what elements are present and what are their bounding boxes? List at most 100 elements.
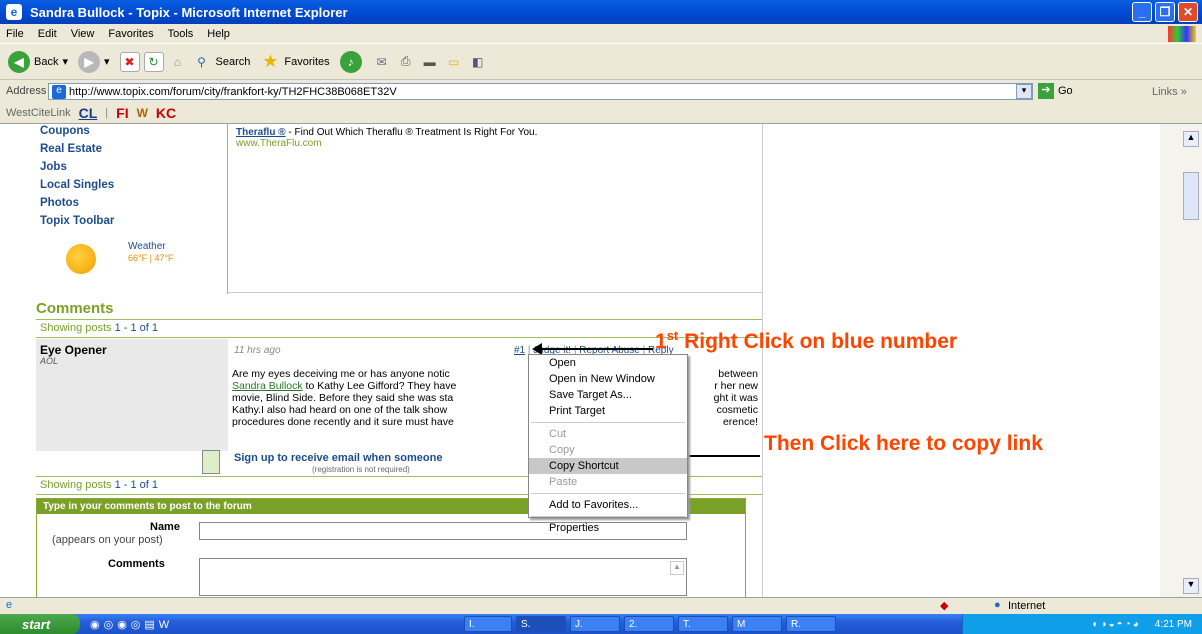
fi-link[interactable]: FI [116,105,128,121]
task-buttons: I. S. J. 2. T. M R. [460,616,836,632]
sidebar-item-coupons[interactable]: Coupons [40,124,114,140]
close-button[interactable]: ✕ [1178,2,1198,22]
menu-bar: File Edit View Favorites Tools Help [0,24,1202,43]
task-button-5[interactable]: T. [678,616,728,632]
dropdown-icon[interactable]: ▾ [104,55,110,68]
menu-properties[interactable]: Properties [529,520,687,536]
weather-label[interactable]: Weather [128,241,166,252]
menu-save-target[interactable]: Save Target As... [529,387,687,403]
forward-arrow-icon: ▶ [78,50,100,73]
back-arrow-icon: ◀ [8,50,30,73]
scroll-thumb[interactable] [1183,172,1199,220]
task-button-2[interactable]: S. [516,616,566,632]
name-hint: (appears on your post) [52,534,163,546]
ad-url[interactable]: www.TheraFlu.com [236,138,537,149]
forward-button[interactable]: ▶ ▾ [78,50,110,73]
go-arrow-icon: ➔ [1038,83,1054,99]
sidebar-item-topix-toolbar[interactable]: Topix Toolbar [40,212,114,230]
print-icon[interactable]: ⎙ [396,52,416,72]
weather-temps: 66°F | 47°F [128,253,174,263]
menu-edit[interactable]: Edit [38,28,57,40]
home-icon[interactable]: ⌂ [168,52,188,72]
refresh-icon[interactable]: ↻ [143,51,164,72]
menu-copy-shortcut[interactable]: Copy Shortcut [529,458,687,474]
quicklaunch-icons[interactable]: ◉◎◉◎▤W [90,618,173,631]
address-input[interactable]: e http://www.topix.com/forum/city/frankf… [48,83,1033,100]
menu-favorites[interactable]: Favorites [108,28,153,40]
sidebar-item-photos[interactable]: Photos [40,194,114,212]
menu-open[interactable]: Open [529,355,687,371]
task-button-6[interactable]: M [732,616,782,632]
menu-help[interactable]: Help [207,28,230,40]
registration-note: (registration is not required) [312,465,410,474]
window-title: Sandra Bullock - Topix - Microsoft Inter… [30,4,348,20]
task-button-4[interactable]: 2. [624,616,674,632]
scroll-up-icon[interactable]: ▲ [1183,131,1199,147]
kc-link[interactable]: KC [156,105,176,121]
sidebar-item-local-singles[interactable]: Local Singles [40,176,114,194]
annotation-copy-link: Then Click here to copy link [764,432,1043,455]
sun-icon [66,244,96,274]
showing-posts-bottom: Showing posts 1 - 1 of 1 [40,479,159,491]
edit-icon[interactable]: ▬ [420,52,440,72]
minimize-button[interactable]: _ [1132,2,1152,22]
task-button-3[interactable]: J. [570,616,620,632]
security-icon: ◆ [940,600,949,612]
back-button[interactable]: ◀ Back ▾ [8,50,68,73]
stop-icon[interactable]: ✖ [119,51,140,72]
address-url: http://www.topix.com/forum/city/frankfor… [69,85,397,98]
vertical-scrollbar[interactable]: ▲ ▼ [1160,124,1202,597]
menu-print-target[interactable]: Print Target [529,403,687,419]
email-icon [202,450,220,474]
menu-file[interactable]: File [6,28,24,40]
sidebar-item-real-estate[interactable]: Real Estate [40,140,114,158]
ie-icon: e [6,4,22,20]
zone-label: Internet [1008,600,1046,612]
windows-logo-icon [1168,26,1196,42]
sidebar-nav: Coupons Real Estate Jobs Local Singles P… [40,124,114,230]
w-link[interactable]: W [137,106,148,120]
search-icon: ⚲ [197,54,206,69]
menu-add-to-favorites[interactable]: Add to Favorites... [529,497,687,513]
links-label[interactable]: Links » [1152,86,1187,98]
ad-title-link[interactable]: Theraflu ® [236,127,286,138]
task-button-7[interactable]: R. [786,616,836,632]
search-button[interactable]: ⚲ Search [192,52,250,72]
annotation-right-click: 1st Right Click on blue number [655,328,958,353]
status-page-icon: e [6,599,13,611]
menu-paste[interactable]: Paste [529,474,687,490]
textarea-scroll-up-icon[interactable]: ▲ [670,561,684,575]
task-button-1[interactable]: I. [464,616,512,632]
address-label: Address [6,85,47,97]
title-bar: e Sandra Bullock - Topix - Microsoft Int… [0,0,1202,24]
sandra-bullock-link[interactable]: Sandra Bullock [232,380,303,392]
post-time: 11 hrs ago [234,345,281,356]
menu-tools[interactable]: Tools [168,28,194,40]
favorites-button[interactable]: ★ Favorites [260,51,329,72]
start-button[interactable]: start [0,614,80,634]
maximize-button[interactable]: ❐ [1155,2,1175,22]
taskbar: start ◉◎◉◎▤W I. S. J. 2. T. M R. ◐◑◒◓◔◕ … [0,614,1202,634]
post-number-link[interactable]: #1 [514,345,525,356]
dropdown-icon[interactable]: ▾ [62,55,68,68]
comments-heading: Comments [36,300,114,317]
menu-copy[interactable]: Copy [529,442,687,458]
messenger-icon[interactable]: ◧ [468,52,488,72]
tray-icons[interactable]: ◐◑◒◓◔◕ [1093,619,1141,630]
media-icon[interactable]: ♪ [339,50,362,73]
arrow-1-line [538,348,653,350]
sidebar-item-jobs[interactable]: Jobs [40,158,114,176]
showing-posts-top: Showing posts 1 - 1 of 1 [40,322,159,334]
scroll-down-icon[interactable]: ▼ [1183,578,1199,594]
menu-view[interactable]: View [71,28,95,40]
address-dropdown-icon[interactable]: ▾ [1016,84,1032,99]
folder-icon[interactable]: ▭ [444,52,464,72]
cl-link[interactable]: CL [79,105,98,121]
comments-textarea[interactable]: ▲ [199,558,687,596]
mail-icon[interactable]: ✉ [372,52,392,72]
signup-link[interactable]: Sign up to receive email when someone [234,452,442,464]
menu-cut[interactable]: Cut [529,426,687,442]
go-button[interactable]: ➔ Go [1038,83,1073,99]
context-menu: Open Open in New Window Save Target As..… [528,354,688,534]
menu-open-new-window[interactable]: Open in New Window [529,371,687,387]
